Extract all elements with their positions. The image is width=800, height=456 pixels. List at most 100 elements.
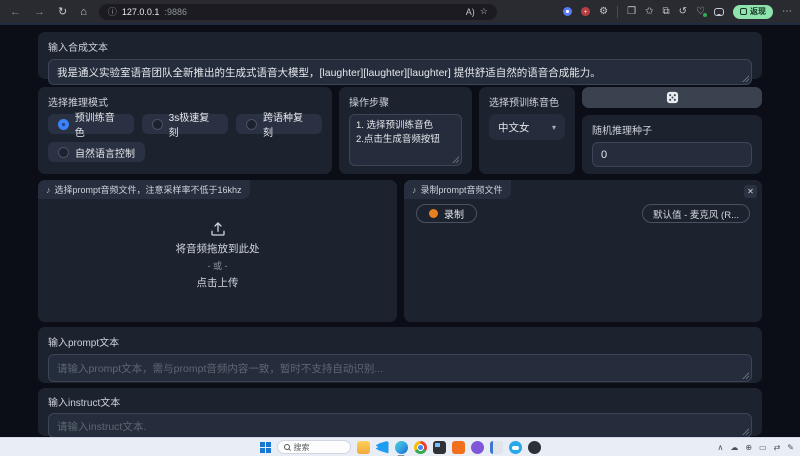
back-icon[interactable]: ←: [10, 6, 21, 18]
home-icon[interactable]: ⌂: [80, 6, 87, 18]
refresh-icon[interactable]: ↻: [58, 5, 67, 18]
start-button[interactable]: [260, 442, 271, 453]
chat-icon[interactable]: [714, 8, 724, 16]
instruct-text-label: 输入instruct文本: [48, 394, 752, 409]
chevron-down-icon: ▾: [552, 123, 556, 132]
record-audio-label-badge: ♪ 录制prompt音频文件: [404, 180, 511, 199]
random-seed-button[interactable]: [582, 87, 762, 108]
taskbar: 搜索 ∧ ☁ ⊕ ▭ ⇄ ✎: [0, 437, 800, 456]
browser-toolbar: ← → ↻ ⌂ ⓘ 127.0.0.1 :9886 A) ☆ ⚙ ❐ ✩ ⧉ ↺…: [0, 0, 800, 23]
seed-label: 随机推理种子: [592, 122, 752, 137]
dropzone-or-text: - 或 -: [208, 259, 228, 272]
terminal-app-icon[interactable]: [433, 441, 446, 454]
seed-block: 随机推理种子: [582, 115, 762, 174]
radio-icon: [58, 147, 69, 158]
cashback-icon: [740, 8, 747, 15]
instruct-text-block: 输入instruct文本: [38, 388, 762, 436]
prompt-text-label: 输入prompt文本: [48, 334, 752, 349]
screen: ← → ↻ ⌂ ⓘ 127.0.0.1 :9886 A) ☆ ⚙ ❐ ✩ ⧉ ↺…: [0, 0, 800, 456]
synthesis-text-label: 输入合成文本: [48, 39, 752, 54]
vscode-icon[interactable]: [376, 441, 389, 454]
notebook-app-icon[interactable]: [490, 441, 503, 454]
taskbar-search-input[interactable]: 搜索: [277, 440, 351, 454]
inference-mode-block: 选择推理模式 预训练音色 3s极速复刻 跨语种复刻: [38, 87, 332, 174]
tray-pen-icon[interactable]: ✎: [787, 443, 794, 452]
radio-icon: [152, 119, 163, 130]
tray-window-icon[interactable]: ▭: [759, 443, 767, 452]
voice-dropdown[interactable]: 中文女 ▾: [489, 114, 565, 140]
cashback-label: 返现: [750, 6, 766, 17]
taskbar-search-label: 搜索: [294, 442, 310, 453]
tray-arrows-icon[interactable]: ⇄: [774, 443, 781, 452]
orange-app-icon[interactable]: [452, 441, 465, 454]
music-note-icon: ♪: [412, 185, 417, 195]
close-icon[interactable]: ✕: [744, 185, 757, 198]
url-host: 127.0.0.1: [122, 7, 160, 17]
browser-essentials-icon[interactable]: ♡: [696, 6, 705, 17]
dark-app-icon[interactable]: [528, 441, 541, 454]
voice-dropdown-value: 中文女: [498, 120, 530, 135]
mode-option-label: 预训练音色: [75, 109, 124, 139]
toolbar-divider: [617, 6, 618, 18]
extensions-icon[interactable]: ⚙: [599, 6, 608, 17]
prompt-text-block: 输入prompt文本: [38, 327, 762, 383]
prompt-audio-upload-block: ♪ 选择prompt音频文件，注意采样率不低于16khz 将音频拖放到此处 - …: [38, 180, 397, 322]
mode-option-crosslingual[interactable]: 跨语种复刻: [236, 114, 322, 134]
instruct-text-input[interactable]: [48, 413, 752, 438]
radio-icon: [246, 119, 257, 130]
steps-text[interactable]: 1. 选择预训练音色 2.点击生成音频按钮: [349, 114, 462, 166]
tray-chevron-icon[interactable]: ∧: [717, 443, 723, 452]
cloud-drive-icon[interactable]: [509, 441, 522, 454]
microphone-device-select[interactable]: 默认值 - 麦克风 (R...: [642, 204, 750, 223]
mode-option-pretrained[interactable]: 预训练音色: [48, 114, 134, 134]
extension-red-icon[interactable]: [581, 7, 590, 16]
dropzone-text: 将音频拖放到此处: [176, 241, 260, 256]
extension-blue-icon[interactable]: [563, 7, 572, 16]
audio-dropzone[interactable]: 将音频拖放到此处 - 或 - 点击上传: [38, 180, 397, 322]
cashback-button[interactable]: 返现: [733, 5, 773, 19]
purple-app-icon[interactable]: [471, 441, 484, 454]
inference-mode-label: 选择推理模式: [48, 94, 322, 109]
prompt-text-input[interactable]: [48, 354, 752, 382]
chrome-icon[interactable]: [414, 441, 427, 454]
steps-label: 操作步骤: [349, 94, 462, 109]
address-bar[interactable]: ⓘ 127.0.0.1 :9886 A) ☆: [99, 4, 497, 20]
url-port: :9886: [164, 7, 187, 17]
history-icon[interactable]: ↺: [679, 6, 687, 17]
voice-select-label: 选择预训练音色: [489, 94, 565, 109]
favorite-star-icon[interactable]: ☆: [480, 6, 488, 17]
mode-option-natural-language[interactable]: 自然语言控制: [48, 142, 145, 162]
radio-selected-icon: [58, 119, 69, 130]
site-info-icon[interactable]: ⓘ: [108, 5, 117, 18]
record-button[interactable]: 录制: [416, 204, 477, 223]
mode-option-label: 3s极速复刻: [169, 109, 219, 139]
mode-option-label: 自然语言控制: [75, 145, 135, 160]
tray-circle-icon[interactable]: ⊕: [745, 443, 752, 452]
read-aloud-icon[interactable]: A): [466, 7, 475, 17]
upload-icon: [209, 220, 227, 238]
split-screen-icon[interactable]: ❐: [627, 6, 636, 17]
dropzone-click-text[interactable]: 点击上传: [197, 275, 239, 290]
record-button-label: 录制: [444, 206, 464, 221]
tray-cloud-icon[interactable]: ☁: [730, 443, 738, 452]
seed-input[interactable]: [592, 142, 752, 167]
record-dot-icon: [429, 209, 438, 218]
gradio-page: 输入合成文本 我是通义实验室语音团队全新推出的生成式语音大模型，[laughte…: [0, 23, 800, 437]
dice-icon: [666, 91, 679, 104]
collections-icon[interactable]: ⧉: [663, 6, 670, 17]
favorites-bar-icon[interactable]: ✩: [645, 6, 653, 17]
more-menu-icon[interactable]: ⋯: [782, 6, 792, 17]
forward-icon[interactable]: →: [34, 6, 45, 18]
steps-block: 操作步骤 1. 选择预训练音色 2.点击生成音频按钮: [339, 87, 472, 174]
record-audio-label: 录制prompt音频文件: [421, 183, 503, 196]
system-tray: ∧ ☁ ⊕ ▭ ⇄ ✎: [717, 438, 794, 456]
prompt-audio-record-block: ♪ 录制prompt音频文件 ✕ 录制 默认值 - 麦克风 (R...: [404, 180, 762, 322]
search-icon: [284, 444, 290, 450]
file-explorer-icon[interactable]: [357, 441, 370, 454]
edge-browser-icon[interactable]: [395, 441, 408, 454]
synthesis-text-block: 输入合成文本 我是通义实验室语音团队全新推出的生成式语音大模型，[laughte…: [38, 32, 762, 79]
synthesis-text-input[interactable]: 我是通义实验室语音团队全新推出的生成式语音大模型，[laughter][laug…: [48, 59, 752, 85]
mode-option-label: 跨语种复刻: [263, 109, 312, 139]
voice-select-block: 选择预训练音色 中文女 ▾: [479, 87, 575, 174]
mode-option-3s-clone[interactable]: 3s极速复刻: [142, 114, 228, 134]
